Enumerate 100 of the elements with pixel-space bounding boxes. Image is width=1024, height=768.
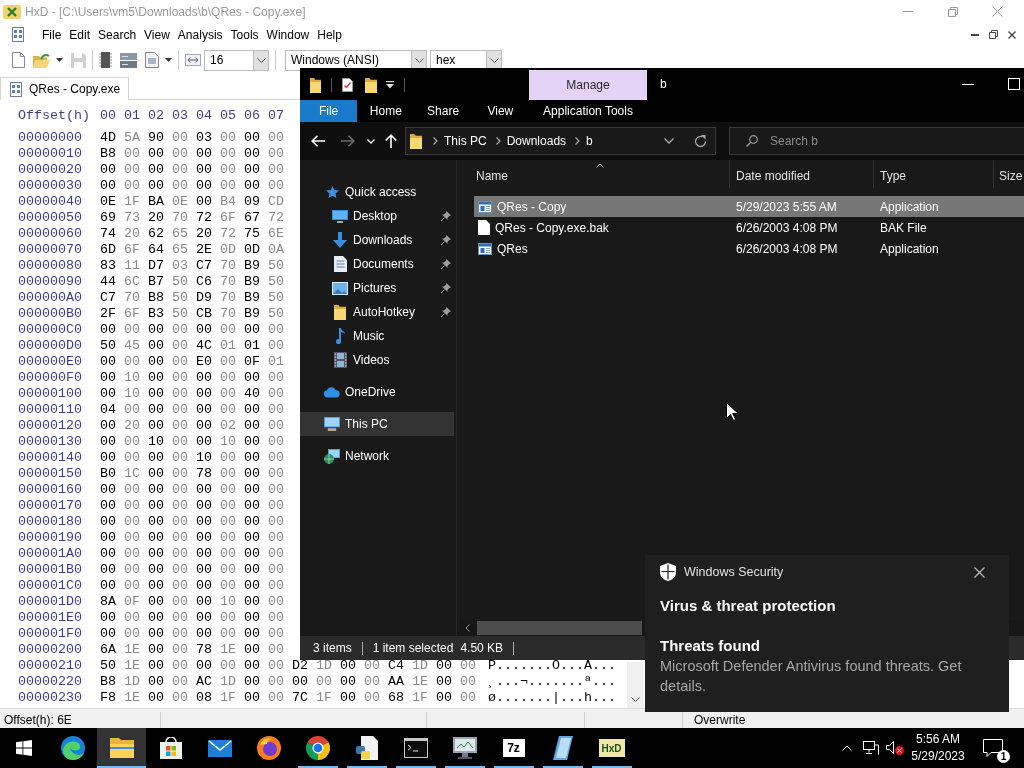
shield-icon — [660, 563, 676, 581]
disk-drive-icon[interactable] — [120, 52, 137, 68]
scroll-left-icon[interactable] — [465, 624, 470, 632]
nav-item[interactable]: Downloads — [300, 228, 454, 252]
menu-item[interactable]: Search — [94, 25, 141, 44]
file-row[interactable]: QRes - Copy 5/29/2023 5:55 AM Application — [474, 196, 1024, 217]
notification-icon[interactable] — [983, 739, 1003, 757]
pin-icon[interactable] — [441, 259, 451, 269]
document-tab[interactable]: QRes - Copy.exe — [0, 77, 130, 100]
search-field[interactable]: Search b — [729, 127, 1024, 155]
folder-icon[interactable] — [310, 77, 321, 93]
nav-item[interactable]: Music — [300, 324, 454, 348]
nav-item[interactable]: Network — [300, 444, 454, 468]
menu-item[interactable]: Help — [313, 25, 346, 44]
network-icon[interactable] — [863, 741, 879, 755]
chevron-right-icon[interactable] — [575, 137, 581, 145]
row-offset: 00000070 — [18, 242, 83, 258]
hex-bytes: 00 00 00 00 10 00 00 00 — [100, 450, 284, 466]
row-offset: 00000110 — [18, 402, 83, 418]
hex-bytes: 00 00 10 00 00 10 00 00 — [100, 434, 284, 450]
menu-item[interactable]: Tools — [226, 25, 263, 44]
file-name: QRes - Copy.exe.bak — [495, 220, 609, 235]
notification-title: Threats found — [660, 636, 761, 656]
breadcrumb[interactable]: This PC — [444, 134, 487, 148]
pin-icon[interactable] — [441, 283, 451, 293]
nav-item[interactable]: Pictures — [300, 276, 454, 300]
up-arrow-icon[interactable] — [385, 134, 397, 148]
refresh-icon[interactable] — [694, 134, 707, 148]
nav-item[interactable]: This PC — [300, 412, 454, 436]
nav-item[interactable]: Videos — [300, 348, 454, 372]
ribbon-tab[interactable]: Application Tools — [529, 100, 647, 122]
vertical-scrollbar[interactable] — [627, 662, 644, 708]
breadcrumb[interactable]: Downloads — [506, 134, 567, 148]
ribbon-tab[interactable]: Home — [357, 100, 415, 122]
restore-icon[interactable] — [989, 30, 998, 39]
clock-time[interactable]: 5:56 AM — [916, 731, 960, 748]
notification-toast[interactable]: Windows Security Virus & threat protection Threats found Microsoft Defender Antivirus found threats. Get details. — [645, 555, 1009, 712]
contextual-tab-header[interactable]: Manage — [529, 70, 647, 100]
chevron-right-icon[interactable] — [495, 137, 501, 145]
row-offset: 00000040 — [18, 194, 83, 210]
combo-box[interactable]: 16 — [204, 49, 269, 71]
maximize-icon[interactable] — [1008, 78, 1020, 90]
document-icon[interactable] — [145, 52, 159, 68]
minimize-icon[interactable] — [971, 33, 979, 36]
address-bar[interactable]: This PC Downloads b — [405, 127, 716, 155]
taskbar-button[interactable] — [97, 728, 146, 768]
pin-icon[interactable] — [441, 307, 451, 317]
nav-item[interactable]: OneDrive — [300, 380, 454, 404]
file-row[interactable]: QRes - Copy.exe.bak 6/26/2003 4:08 PM BAK File — [474, 217, 1024, 238]
pin-icon[interactable] — [441, 235, 451, 245]
dropdown-icon[interactable] — [386, 81, 394, 89]
menu-item[interactable]: Window — [262, 25, 314, 44]
hex-bytes: 00 20 00 00 00 02 00 00 — [100, 418, 284, 434]
combo-box[interactable]: hex — [430, 49, 502, 71]
menu-item[interactable]: View — [140, 25, 174, 44]
ribbon-tab[interactable]: View — [471, 100, 529, 122]
open-folder-icon[interactable] — [33, 52, 50, 68]
hex-bytes: 00 00 00 00 00 00 00 00 — [100, 322, 284, 338]
double-arrow-icon[interactable] — [185, 54, 201, 66]
chevron-right-icon[interactable] — [433, 137, 438, 145]
pin-icon[interactable] — [441, 211, 451, 221]
menu-item[interactable]: Edit — [65, 25, 95, 44]
cloud-icon — [324, 386, 340, 398]
hex-bytes: 00 00 00 00 00 00 00 00 — [100, 626, 284, 642]
memory-chip-icon[interactable] — [99, 52, 112, 68]
swirl-icon — [60, 736, 85, 760]
nav-item[interactable]: Documents — [300, 252, 454, 276]
nav-item[interactable]: Quick access — [300, 180, 454, 204]
caret-up-icon[interactable] — [842, 745, 852, 751]
column-header[interactable]: Date modified — [730, 160, 874, 188]
menu-item[interactable]: Analysis — [173, 25, 227, 44]
hex-bytes: 00 00 00 00 00 00 00 00 — [100, 162, 284, 178]
breadcrumb[interactable]: b — [586, 134, 593, 148]
combo-box[interactable]: Windows (ANSI) — [285, 49, 427, 71]
row-offset: 000001D0 — [18, 594, 83, 610]
window-title: b — [660, 77, 667, 91]
row-offset: 000001E0 — [18, 610, 83, 626]
back-arrow-icon[interactable] — [311, 135, 325, 147]
caret-down-icon[interactable] — [165, 58, 172, 62]
speaker-muted-icon[interactable] — [886, 741, 904, 755]
close-icon[interactable] — [1008, 30, 1016, 39]
checked-document-icon[interactable] — [342, 78, 353, 92]
blank-page-icon[interactable] — [12, 52, 25, 68]
clock-date[interactable]: 5/29/2023 — [911, 748, 965, 765]
ribbon-tab[interactable]: Share — [414, 100, 472, 122]
file-row[interactable]: QRes 6/26/2003 4:08 PM Application — [474, 238, 1024, 259]
caret-down-icon[interactable] — [56, 58, 63, 62]
hex-bytes: 0E 1F BA 0E 00 B4 09 CD — [100, 194, 284, 210]
menu-item[interactable]: File — [38, 25, 66, 44]
nav-item[interactable]: AutoHotkey — [300, 300, 454, 324]
nav-item[interactable]: Desktop — [300, 204, 454, 228]
notification-message: Microsoft Defender Antivirus found threats. Get details. — [660, 657, 963, 696]
scroll-down-icon[interactable] — [631, 697, 640, 702]
chevron-down-icon[interactable] — [664, 138, 674, 144]
column-header[interactable]: Name — [459, 160, 730, 188]
column-header[interactable]: Type — [874, 160, 994, 188]
scrollbar-thumb[interactable] — [477, 621, 642, 635]
column-header[interactable]: Size — [994, 160, 1024, 188]
folder-icon[interactable] — [365, 77, 377, 93]
close-icon[interactable] — [974, 566, 985, 578]
